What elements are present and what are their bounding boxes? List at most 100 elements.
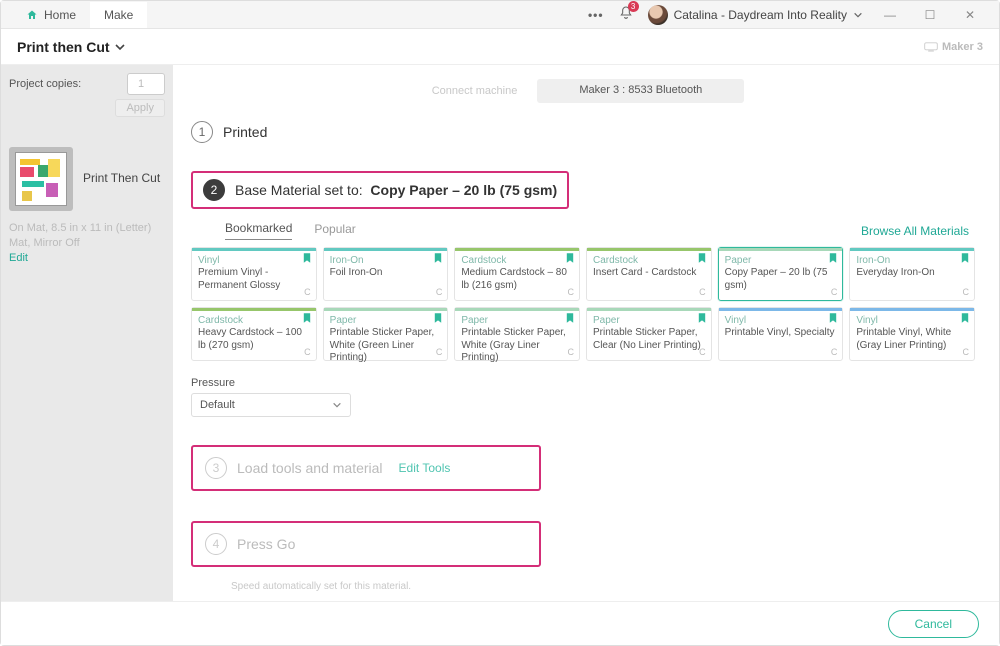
pressure-label: Pressure — [191, 377, 975, 389]
material-category: Paper — [725, 255, 837, 266]
page-title: Print then Cut — [17, 39, 110, 55]
material-category: Cardstock — [461, 255, 573, 266]
tab-home[interactable]: Home — [11, 2, 90, 28]
material-card[interactable]: Vinyl Printable Vinyl, Specialty C — [718, 307, 844, 361]
material-category: Iron-On — [856, 255, 968, 266]
step2-title: Base Material set to: Copy Paper – 20 lb… — [235, 182, 557, 198]
connect-label: Connect machine — [422, 79, 528, 103]
material-card[interactable]: Cardstock Medium Cardstock – 80 lb (216 … — [454, 247, 580, 301]
material-card[interactable]: Paper Printable Sticker Paper, White (Gr… — [454, 307, 580, 361]
user-name: Catalina - Daydream Into Reality — [674, 8, 847, 22]
material-category: Paper — [593, 315, 705, 326]
material-card[interactable]: Vinyl Premium Vinyl - Permanent Glossy C — [191, 247, 317, 301]
cricut-icon: C — [962, 347, 969, 357]
material-card[interactable]: Vinyl Printable Vinyl, White (Gray Liner… — [849, 307, 975, 361]
chevron-down-icon[interactable] — [114, 41, 126, 53]
pressure-select[interactable]: Default — [191, 393, 351, 417]
material-category: Iron-On — [330, 255, 442, 266]
material-card[interactable]: Cardstock Insert Card - Cardstock C — [586, 247, 712, 301]
tab-make-label: Make — [104, 8, 133, 22]
apply-button[interactable]: Apply — [115, 99, 165, 117]
bookmark-icon — [434, 313, 442, 323]
material-card[interactable]: Paper Printable Sticker Paper, Clear (No… — [586, 307, 712, 361]
tab-make[interactable]: Make — [90, 2, 147, 28]
step3-title: Load tools and material — [237, 460, 383, 476]
cricut-icon: C — [831, 347, 838, 357]
step1-circle: 1 — [191, 121, 213, 143]
window-minimize[interactable]: — — [877, 8, 903, 22]
home-icon — [25, 9, 39, 21]
edit-tools-link[interactable]: Edit Tools — [399, 461, 451, 475]
notifications-badge: 3 — [628, 1, 639, 12]
step2-circle: 2 — [203, 179, 225, 201]
bookmark-icon — [434, 253, 442, 263]
material-category: Vinyl — [198, 255, 310, 266]
window-close[interactable]: ✕ — [957, 8, 983, 22]
mat-edit-link[interactable]: Edit — [9, 252, 28, 264]
chevron-down-icon — [332, 400, 342, 410]
device-label: Maker 3 — [942, 41, 983, 53]
chevron-down-icon — [853, 10, 863, 20]
bookmark-icon — [961, 253, 969, 263]
mat-thumb-label: Print Then Cut — [83, 171, 160, 187]
cancel-button[interactable]: Cancel — [888, 610, 979, 638]
notifications-button[interactable]: 3 — [618, 5, 634, 24]
step4-highlight: 4 Press Go — [191, 521, 541, 567]
step4-title: Press Go — [237, 536, 295, 552]
material-card[interactable]: Paper Copy Paper – 20 lb (75 gsm) C — [718, 247, 844, 301]
material-name: Foil Iron-On — [330, 267, 442, 280]
bookmark-icon — [566, 313, 574, 323]
cricut-icon: C — [699, 287, 706, 297]
material-category: Cardstock — [198, 315, 310, 326]
mat-thumbnail[interactable] — [9, 147, 73, 211]
browse-all-link[interactable]: Browse All Materials — [861, 224, 969, 238]
material-category: Vinyl — [725, 315, 837, 326]
cricut-icon: C — [962, 287, 969, 297]
step4-circle: 4 — [205, 533, 227, 555]
step1-title: Printed — [223, 124, 267, 140]
bookmark-icon — [961, 313, 969, 323]
cricut-icon: C — [304, 347, 311, 357]
material-name: Printable Sticker Paper, White (Green Li… — [330, 327, 442, 365]
step3-circle: 3 — [205, 457, 227, 479]
material-name: Printable Sticker Paper, Clear (No Liner… — [593, 327, 705, 352]
step3-highlight: 3 Load tools and material Edit Tools — [191, 445, 541, 491]
material-category: Paper — [330, 315, 442, 326]
sidebar: Project copies: Apply Print Then Cut On … — [1, 65, 173, 603]
copies-input[interactable] — [127, 73, 165, 95]
bookmark-icon — [829, 253, 837, 263]
material-category: Vinyl — [856, 315, 968, 326]
material-name: Printable Vinyl, White (Gray Liner Print… — [856, 327, 968, 352]
mat-tab-popular[interactable]: Popular — [314, 222, 355, 240]
material-name: Printable Vinyl, Specialty — [725, 327, 837, 340]
more-menu-icon[interactable]: ••• — [588, 8, 604, 22]
mat-caption: On Mat, 8.5 in x 11 in (Letter) Mat, Mir… — [9, 221, 165, 252]
material-category: Paper — [461, 315, 573, 326]
cricut-icon: C — [304, 287, 311, 297]
window-maximize[interactable]: ☐ — [917, 8, 943, 22]
tab-home-label: Home — [44, 8, 76, 22]
cricut-icon: C — [436, 287, 443, 297]
bookmark-icon — [303, 253, 311, 263]
cricut-icon: C — [831, 287, 838, 297]
material-card[interactable]: Paper Printable Sticker Paper, White (Gr… — [323, 307, 449, 361]
bookmark-icon — [698, 253, 706, 263]
material-name: Medium Cardstock – 80 lb (216 gsm) — [461, 267, 573, 292]
material-card[interactable]: Cardstock Heavy Cardstock – 100 lb (270 … — [191, 307, 317, 361]
material-category: Cardstock — [593, 255, 705, 266]
bookmark-icon — [303, 313, 311, 323]
user-menu[interactable]: Catalina - Daydream Into Reality — [648, 5, 863, 25]
copies-label: Project copies: — [9, 78, 81, 90]
material-name: Copy Paper – 20 lb (75 gsm) — [725, 267, 837, 292]
device-indicator: Maker 3 — [924, 41, 983, 53]
bookmark-icon — [566, 253, 574, 263]
material-name: Insert Card - Cardstock — [593, 267, 705, 280]
material-name: Everyday Iron-On — [856, 267, 968, 280]
bookmark-icon — [698, 313, 706, 323]
mat-tab-bookmarked[interactable]: Bookmarked — [225, 221, 292, 240]
material-card[interactable]: Iron-On Everyday Iron-On C — [849, 247, 975, 301]
machine-selector[interactable]: Maker 3 : 8533 Bluetooth — [537, 79, 744, 103]
avatar — [648, 5, 668, 25]
material-name: Premium Vinyl - Permanent Glossy — [198, 267, 310, 292]
material-card[interactable]: Iron-On Foil Iron-On C — [323, 247, 449, 301]
